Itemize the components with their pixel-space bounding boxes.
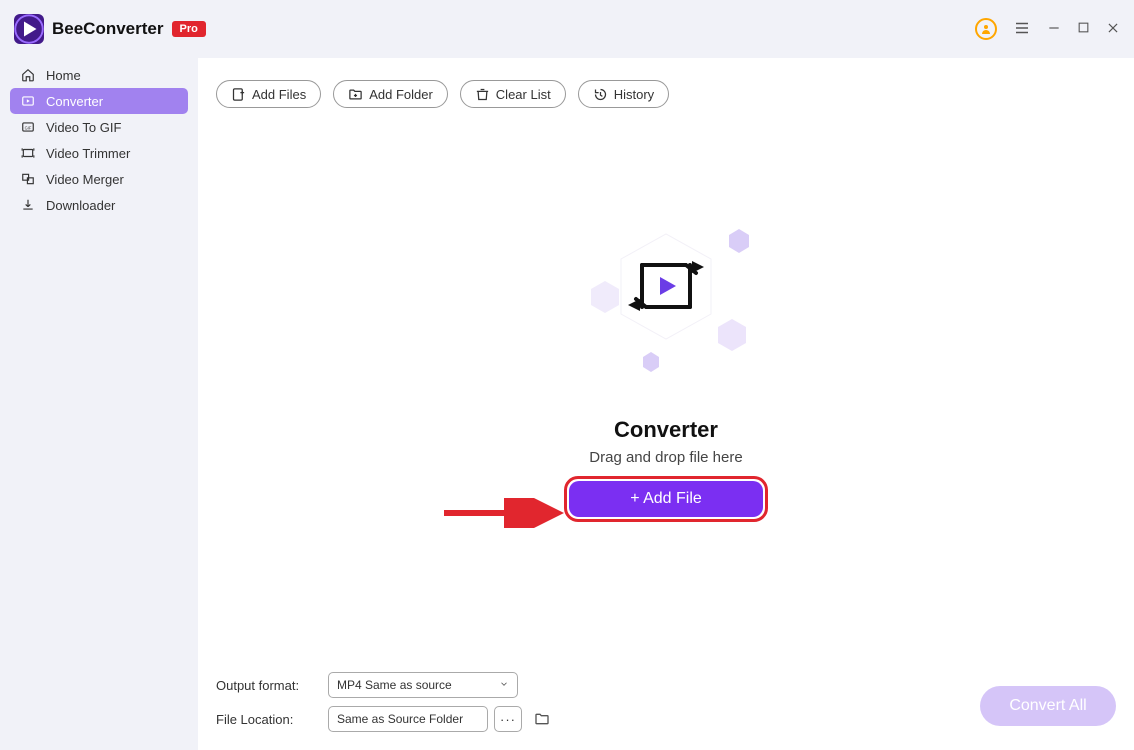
app-logo [14, 14, 44, 44]
sidebar-item-home[interactable]: Home [10, 62, 188, 88]
user-icon[interactable] [975, 18, 997, 40]
sidebar-item-label: Video To GIF [46, 120, 121, 135]
chevron-down-icon [499, 678, 509, 692]
sidebar-item-label: Video Trimmer [46, 146, 130, 161]
close-icon[interactable] [1106, 21, 1120, 38]
converter-icon [20, 94, 36, 108]
minimize-icon[interactable] [1047, 21, 1061, 38]
menu-icon[interactable] [1013, 19, 1031, 40]
gif-icon: GIF [20, 120, 36, 134]
sidebar-item-label: Downloader [46, 198, 115, 213]
sidebar-item-label: Home [46, 68, 81, 83]
sidebar-item-label: Converter [46, 94, 103, 109]
title-bar: BeeConverter Pro [0, 0, 1134, 58]
add-file-button[interactable]: + Add File [569, 481, 763, 517]
sidebar-item-label: Video Merger [46, 172, 124, 187]
convert-all-button[interactable]: Convert All [980, 686, 1116, 726]
file-location-path: Same as Source Folder [328, 706, 488, 732]
downloader-icon [20, 198, 36, 212]
open-folder-button[interactable] [532, 709, 552, 729]
output-format-value: MP4 Same as source [337, 678, 452, 692]
output-format-select[interactable]: MP4 Same as source [328, 672, 518, 698]
drop-zone-subtext: Drag and drop file here [589, 449, 742, 466]
sidebar-item-video-merger[interactable]: Video Merger [10, 166, 188, 192]
svg-text:GIF: GIF [25, 125, 32, 130]
maximize-icon[interactable] [1077, 21, 1090, 37]
merger-icon [20, 172, 36, 186]
file-location-value: Same as Source Folder [337, 712, 463, 726]
main-panel: Add Files Add Folder Clear List History [198, 58, 1134, 750]
trimmer-icon [20, 146, 36, 160]
footer-bar: Output format: MP4 Same as source File L… [198, 672, 1134, 750]
sidebar-item-video-trimmer[interactable]: Video Trimmer [10, 140, 188, 166]
home-icon [20, 68, 36, 82]
sidebar-item-downloader[interactable]: Downloader [10, 192, 188, 218]
add-file-highlight: + Add File [564, 476, 768, 522]
sidebar-item-converter[interactable]: Converter [10, 88, 188, 114]
drop-zone[interactable]: Converter Drag and drop file here + Add … [198, 88, 1134, 652]
output-format-label: Output format: [216, 678, 312, 693]
file-location-label: File Location: [216, 712, 312, 727]
drop-zone-heading: Converter [614, 417, 718, 443]
pro-badge: Pro [172, 21, 206, 37]
sidebar-item-video-to-gif[interactable]: GIF Video To GIF [10, 114, 188, 140]
app-title: BeeConverter [52, 19, 164, 39]
sidebar: Home Converter GIF Video To GIF Video Tr… [0, 58, 198, 750]
browse-button[interactable]: ··· [494, 706, 522, 732]
converter-hero-graphic [526, 219, 806, 389]
